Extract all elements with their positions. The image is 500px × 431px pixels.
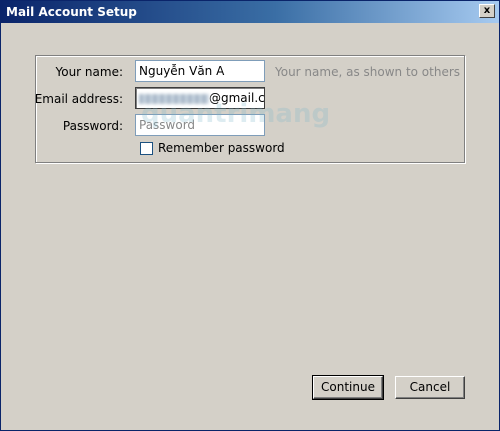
password-label: Password: [62,119,123,133]
email-address-label: Email address: [34,92,123,106]
password-placeholder: Password [139,118,196,132]
close-icon: x [483,5,491,16]
window-title: Mail Account Setup [6,5,137,19]
remember-password-checkbox[interactable] [140,142,153,155]
your-name-hint: Your name, as shown to others [275,65,461,79]
mail-account-setup-dialog: Mail Account Setup x Your name: Nguyễn V… [0,0,500,431]
your-name-value: Nguyễn Văn A [139,64,225,78]
remember-password-label[interactable]: Remember password [158,141,285,155]
cancel-button[interactable]: Cancel [395,376,465,399]
title-bar[interactable]: Mail Account Setup [1,1,499,23]
your-name-input[interactable]: Nguyễn Văn A [135,60,265,82]
continue-button[interactable]: Continue [312,375,384,400]
continue-button-label: Continue [321,380,375,394]
email-domain-value: @gmail.com [209,91,265,105]
blurred-email-username [139,93,209,104]
close-button[interactable]: x [479,4,495,18]
email-address-input[interactable]: @gmail.com [135,87,265,109]
your-name-label: Your name: [55,65,123,79]
cancel-button-label: Cancel [409,380,451,394]
password-input[interactable]: Password [135,114,265,136]
